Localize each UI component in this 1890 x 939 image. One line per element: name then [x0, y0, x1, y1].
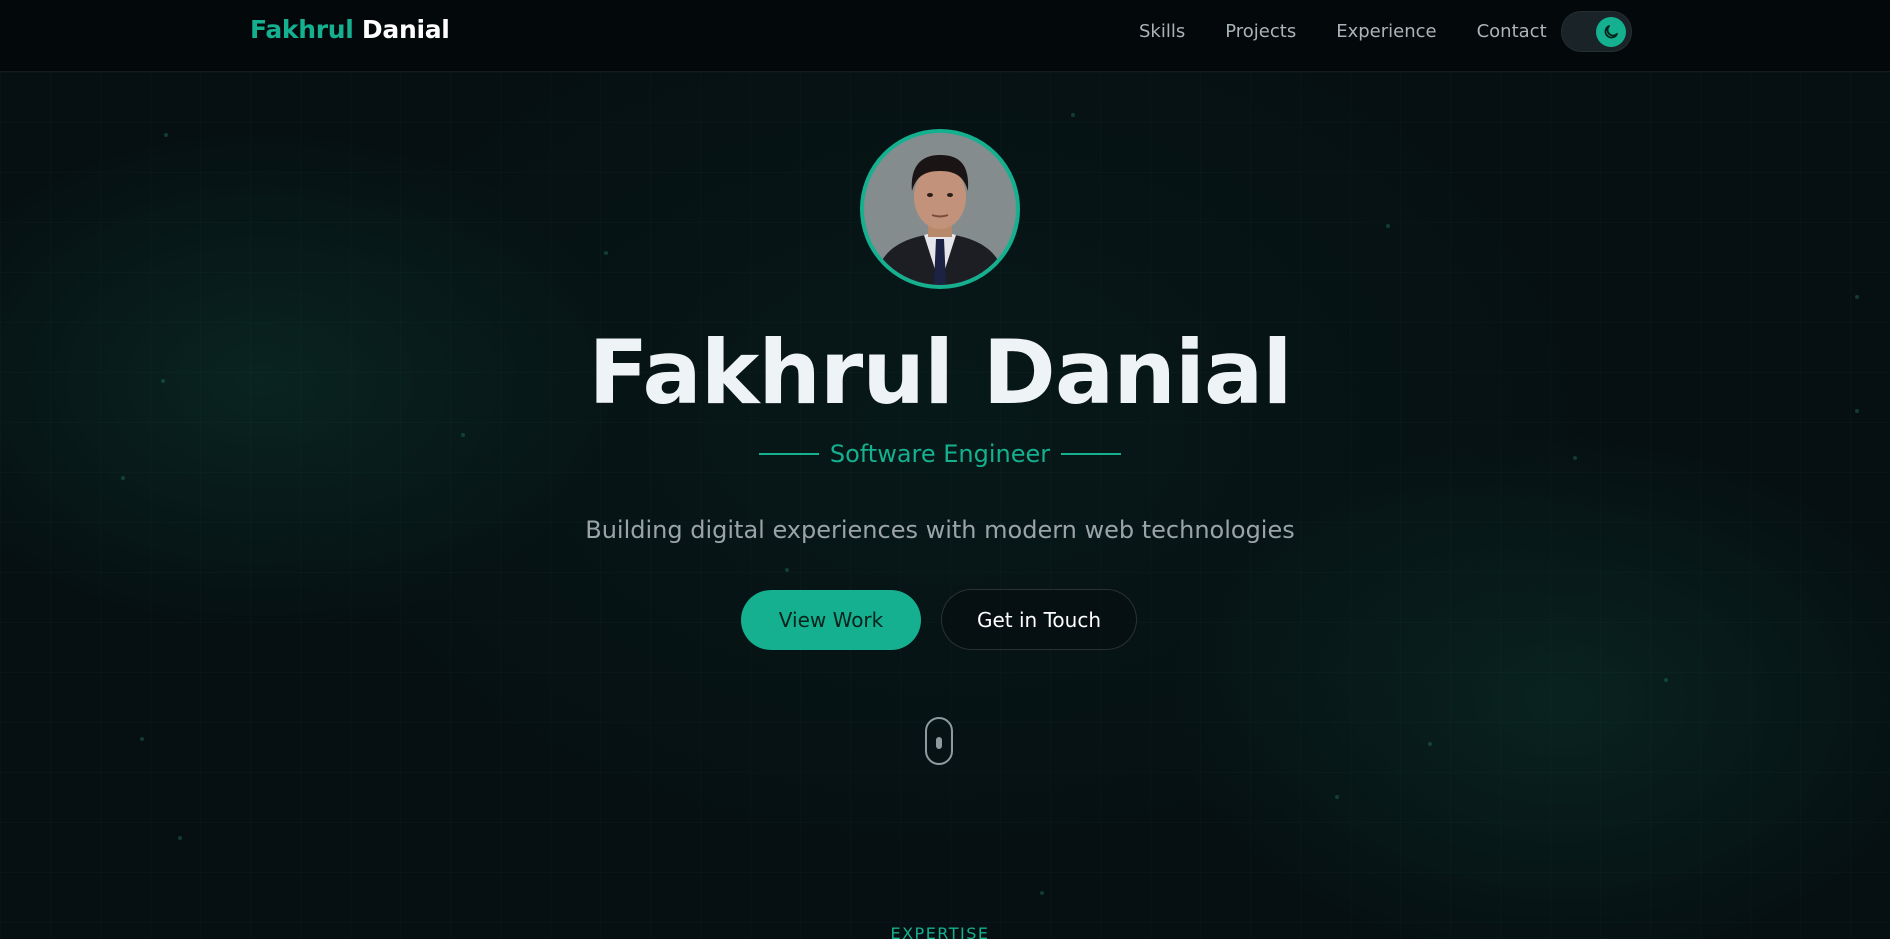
- nav-link-projects[interactable]: Projects: [1225, 21, 1296, 42]
- hero-name: Fakhrul Danial: [588, 321, 1292, 424]
- theme-toggle[interactable]: [1561, 11, 1632, 52]
- get-in-touch-button[interactable]: Get in Touch: [941, 589, 1137, 650]
- particle: [785, 568, 789, 572]
- hero-role: Software Engineer: [0, 440, 1880, 468]
- nav-links: Skills Projects Experience Contact: [1139, 21, 1587, 42]
- site-logo[interactable]: Fakhrul Danial: [250, 15, 450, 44]
- profile-avatar: [860, 129, 1020, 289]
- particle: [1664, 678, 1668, 682]
- moon-icon: [1604, 25, 1618, 39]
- particle: [1428, 742, 1432, 746]
- logo-first-name: Fakhrul: [250, 15, 354, 44]
- role-text: Software Engineer: [829, 440, 1051, 468]
- particle: [1855, 295, 1859, 299]
- theme-toggle-knob: [1596, 17, 1626, 47]
- particle: [1040, 891, 1044, 895]
- view-work-button[interactable]: View Work: [741, 590, 921, 650]
- role-divider-right: [1061, 453, 1122, 455]
- mouse-scroll-icon[interactable]: [925, 717, 953, 765]
- particle: [461, 433, 465, 437]
- nav-link-skills[interactable]: Skills: [1139, 21, 1185, 42]
- top-nav: Fakhrul Danial Skills Projects Experienc…: [0, 0, 1890, 72]
- role-divider-left: [758, 453, 819, 455]
- particle: [164, 133, 168, 137]
- profile-photo: [864, 133, 1016, 285]
- hero-tagline: Building digital experiences with modern…: [585, 516, 1295, 544]
- logo-last-name: Danial: [361, 15, 450, 44]
- mouse-wheel: [936, 737, 942, 749]
- section-label-expertise: EXPERTISE: [890, 924, 990, 939]
- page: Fakhrul Danial Skills Projects Experienc…: [0, 0, 1890, 939]
- nav-link-experience[interactable]: Experience: [1336, 21, 1436, 42]
- particle: [1335, 795, 1339, 799]
- particle: [140, 737, 144, 741]
- particle: [121, 476, 125, 480]
- particle: [178, 836, 182, 840]
- nav-link-contact[interactable]: Contact: [1477, 21, 1547, 42]
- particle: [1386, 224, 1390, 228]
- particle: [1071, 113, 1075, 117]
- particle: [604, 251, 608, 255]
